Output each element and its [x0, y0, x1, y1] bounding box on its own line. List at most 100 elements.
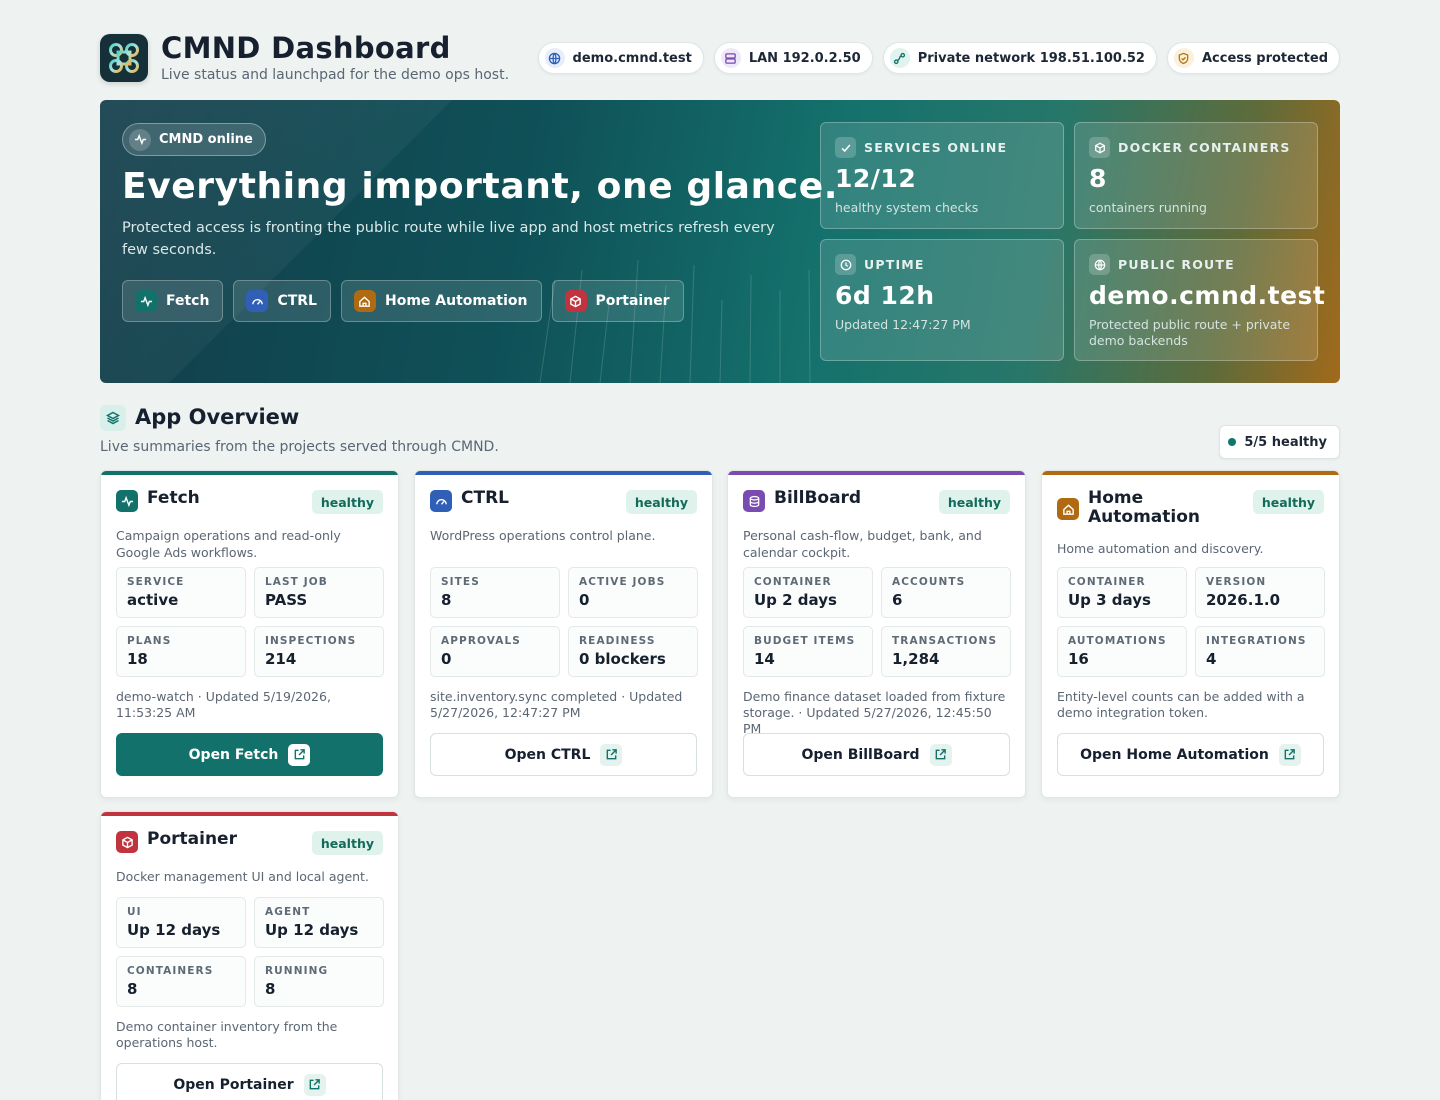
network-icon [889, 48, 910, 68]
metric-tile: INSPECTIONS 214 [254, 626, 384, 677]
metric-tile: ACCOUNTS 6 [881, 567, 1011, 618]
app-footer-note: Demo finance dataset loaded from fixture… [743, 689, 1006, 736]
metric-grid: CONTAINER Up 3 days VERSION 2026.1.0 AUTOM… [1057, 567, 1325, 677]
metric-label: AUTOMATIONS [1068, 635, 1167, 647]
metric-tile: AUTOMATIONS 16 [1057, 626, 1187, 677]
private-network-chip[interactable]: Private network 198.51.100.52 [882, 42, 1157, 74]
cmnd-logo[interactable] [100, 34, 148, 82]
metric-tile: PLANS 18 [116, 626, 246, 677]
chip-label: demo.cmnd.test [572, 50, 692, 66]
stat-label: UPTIME [864, 257, 925, 272]
metric-value: 4 [1206, 650, 1217, 668]
external-link-icon [1278, 743, 1301, 766]
metric-value: Up 12 days [127, 921, 221, 939]
box-icon [1089, 137, 1110, 158]
app-card-billboard: BillBoard healthy Personal cash-flow, bu… [727, 470, 1026, 798]
status-badge: healthy [311, 831, 383, 855]
metric-label: VERSION [1206, 576, 1267, 588]
app-description: Home automation and discovery. [1057, 541, 1264, 556]
button-label: Open Home Automation [1080, 746, 1269, 763]
metric-value: 14 [754, 650, 775, 668]
metric-label: BUDGET ITEMS [754, 635, 856, 647]
app-card-fetch: Fetch healthy Campaign operations and re… [100, 470, 399, 798]
metric-label: INSPECTIONS [265, 635, 357, 647]
metric-label: CONTAINERS [127, 965, 214, 977]
app-name: BillBoard [774, 488, 862, 508]
shield-icon [1173, 48, 1194, 68]
metric-grid: CONTAINER Up 2 days ACCOUNTS 6 BUDGET ITEM… [743, 567, 1011, 677]
metric-value: 18 [127, 650, 148, 668]
launch-portainer-button[interactable]: Portainer [551, 280, 684, 322]
app-overview-header: App Overview Live summaries from the pro… [100, 405, 1340, 465]
home-icon [1057, 498, 1079, 520]
database-icon [743, 490, 765, 512]
metric-tile: AGENT Up 12 days [254, 897, 384, 948]
stat-label: PUBLIC ROUTE [1118, 257, 1235, 272]
external-link-icon [600, 743, 623, 766]
app-card-portainer: Portainer healthy Docker management UI a… [100, 811, 399, 1100]
launch-ctrl-button[interactable]: CTRL [233, 280, 331, 322]
metric-label: TRANSACTIONS [892, 635, 998, 647]
launch-home-automation-button[interactable]: Home Automation [340, 280, 542, 322]
stat-value: 8 [1089, 164, 1107, 193]
status-badge: healthy [311, 490, 383, 514]
gauge-icon [246, 290, 269, 312]
metric-tile: READINESS 0 blockers [568, 626, 698, 677]
app-footer-note: Entity-level counts can be added with a … [1057, 689, 1305, 720]
status-badge: healthy [1252, 490, 1324, 514]
metric-value: Up 12 days [265, 921, 359, 939]
metric-value: 0 [579, 591, 590, 609]
metric-value: 6 [892, 591, 903, 609]
layers-icon [100, 405, 126, 431]
external-link-icon [303, 1073, 326, 1096]
open-ctrl-button[interactable]: Open CTRL [430, 733, 697, 776]
launch-fetch-button[interactable]: Fetch [122, 280, 224, 322]
metric-value: 1,284 [892, 650, 940, 668]
metric-label: SERVICE [127, 576, 185, 588]
healthy-summary-badge: 5/5 healthy [1219, 425, 1340, 459]
metric-tile: UI Up 12 days [116, 897, 246, 948]
open-fetch-button[interactable]: Open Fetch [116, 733, 383, 776]
metric-grid: SERVICE active LAST JOB PASS PLANS 18 INSPE… [116, 567, 384, 677]
open-home-automation-button[interactable]: Open Home Automation [1057, 733, 1324, 776]
app-footer-note: site.inventory.sync completed · Updated … [430, 689, 683, 720]
external-link-icon [929, 743, 952, 766]
launch-label: Home Automation [384, 293, 528, 309]
metric-label: INTEGRATIONS [1206, 635, 1307, 647]
server-icon [720, 48, 741, 68]
open-billboard-button[interactable]: Open BillBoard [743, 733, 1010, 776]
metric-value: PASS [265, 591, 308, 609]
section-title: App Overview [135, 405, 300, 429]
app-name: Fetch [147, 488, 200, 508]
stat-docker-containers: DOCKER CONTAINERS 8 containers running [1074, 122, 1318, 229]
gauge-icon [430, 490, 452, 512]
open-portainer-button[interactable]: Open Portainer [116, 1063, 383, 1100]
metric-grid: UI Up 12 days AGENT Up 12 days CONTAINERS 8… [116, 897, 384, 1007]
metric-value: Up 2 days [754, 591, 837, 609]
metric-value: active [127, 591, 179, 609]
chip-label: LAN 192.0.2.50 [748, 50, 861, 66]
metric-tile: INTEGRATIONS 4 [1195, 626, 1325, 677]
launch-label: Portainer [595, 293, 670, 309]
app-description: Campaign operations and read-only Google… [116, 528, 341, 560]
stat-value: 12/12 [835, 164, 917, 193]
app-card-ctrl: CTRL healthy WordPress operations contro… [414, 470, 713, 798]
lan-chip[interactable]: LAN 192.0.2.50 [713, 42, 873, 74]
domain-chip[interactable]: demo.cmnd.test [537, 42, 704, 74]
button-label: Open Fetch [188, 746, 279, 763]
app-description: Docker management UI and local agent. [116, 869, 369, 884]
metric-value: 0 blockers [579, 650, 666, 668]
metric-tile: CONTAINERS 8 [116, 956, 246, 1007]
metric-tile: RUNNING 8 [254, 956, 384, 1007]
stat-note: healthy system checks [835, 200, 979, 215]
box-icon [116, 831, 138, 853]
access-chip[interactable]: Access protected [1166, 42, 1340, 74]
metric-value: 16 [1068, 650, 1089, 668]
healthy-summary-label: 5/5 healthy [1244, 434, 1327, 450]
page-title: CMND Dashboard [161, 31, 451, 65]
stat-label: SERVICES ONLINE [864, 140, 1008, 155]
stat-label: DOCKER CONTAINERS [1118, 140, 1291, 155]
metric-grid: SITES 8 ACTIVE JOBS 0 APPROVALS 0 READINESS… [430, 567, 698, 677]
metric-label: UI [127, 906, 142, 918]
host-chips: demo.cmnd.test LAN 192.0.2.50 Private ne… [537, 42, 1340, 74]
